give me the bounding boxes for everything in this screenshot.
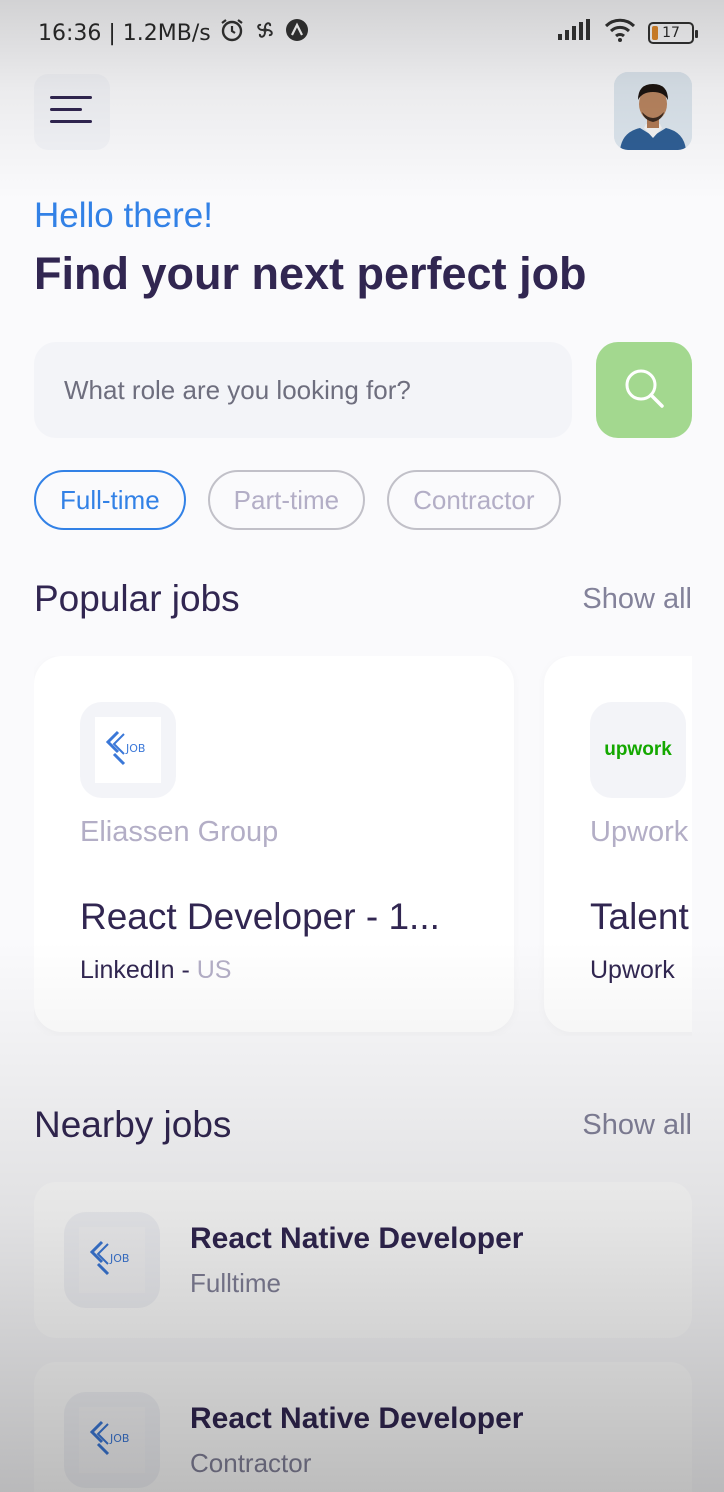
search-input[interactable]	[64, 374, 572, 406]
popular-job-card[interactable]: JOB Eliassen Group React Developer - 1..…	[34, 656, 514, 1032]
menu-button[interactable]	[34, 74, 110, 150]
job-title: React Native Developer	[190, 1222, 524, 1255]
tab-full-time[interactable]: Full-time	[34, 470, 186, 530]
job-type: Contractor	[190, 1448, 312, 1478]
location-separator: -	[174, 956, 197, 984]
popular-job-card[interactable]: upwork Upwork Talent Upwork	[544, 656, 692, 1032]
job-publisher: LinkedIn	[80, 956, 175, 984]
upwork-logo: upwork	[604, 739, 672, 760]
job-publisher: Upwork	[590, 956, 675, 984]
tab-contractor[interactable]: Contractor	[387, 470, 561, 530]
status-left: 16:36 | 1.2MB/s	[38, 17, 309, 49]
job-title: React Native Developer	[190, 1402, 524, 1435]
battery-icon: 17	[648, 22, 698, 44]
tab-part-time[interactable]: Part-time	[207, 470, 366, 530]
search-button[interactable]	[596, 342, 692, 438]
nearby-show-all-button[interactable]: Show all	[582, 1109, 692, 1142]
company-name: Upwork	[590, 816, 689, 848]
battery-level: 17	[662, 25, 680, 41]
search-icon	[622, 366, 666, 414]
notification-icon	[285, 18, 309, 48]
popular-jobs-list: JOB Eliassen Group React Developer - 1..…	[34, 656, 692, 1036]
status-bar: 16:36 | 1.2MB/s 17	[0, 0, 724, 66]
company-logo: JOB	[64, 1212, 160, 1308]
avatar[interactable]	[614, 72, 692, 150]
popular-jobs-header: Popular jobs Show all	[34, 578, 692, 620]
wifi-icon	[604, 18, 636, 48]
company-logo: JOB	[64, 1392, 160, 1488]
nearby-job-card[interactable]: JOB React Native Developer Fulltime	[34, 1182, 692, 1338]
status-right: 17	[558, 18, 698, 48]
job-location: Upwork	[590, 956, 675, 985]
job-logo-icon: JOB	[89, 1240, 134, 1280]
job-type: Fulltime	[190, 1268, 282, 1298]
app-header	[0, 66, 724, 156]
status-time: 16:36 | 1.2MB/s	[38, 20, 211, 46]
company-name: Eliassen Group	[80, 816, 279, 848]
fan-icon	[253, 18, 277, 48]
company-logo: upwork	[590, 702, 686, 798]
greeting-text: Hello there!	[34, 196, 213, 235]
job-type-tabs: Full-time Part-time Contractor	[34, 470, 561, 530]
job-location: LinkedIn - US	[80, 956, 231, 985]
signal-icon	[558, 19, 592, 47]
alarm-icon	[219, 17, 245, 49]
logo-text: JOB	[109, 1432, 129, 1445]
logo-text: JOB	[125, 742, 145, 755]
company-logo: JOB	[80, 702, 176, 798]
page-title: Find your next perfect job	[34, 248, 587, 299]
popular-jobs-title: Popular jobs	[34, 578, 240, 619]
job-logo-icon: JOB	[105, 730, 150, 770]
popular-show-all-button[interactable]: Show all	[582, 583, 692, 616]
logo-text: JOB	[109, 1252, 129, 1265]
menu-icon	[50, 94, 94, 130]
job-title: React Developer - 1...	[80, 896, 440, 937]
job-country: US	[196, 956, 232, 984]
job-title: Talent	[590, 896, 689, 937]
search-container	[34, 342, 572, 438]
nearby-jobs-title: Nearby jobs	[34, 1104, 232, 1145]
nearby-jobs-header: Nearby jobs Show all	[34, 1104, 692, 1146]
nearby-job-card[interactable]: JOB React Native Developer Contractor	[34, 1362, 692, 1492]
job-logo-icon: JOB	[89, 1420, 134, 1460]
